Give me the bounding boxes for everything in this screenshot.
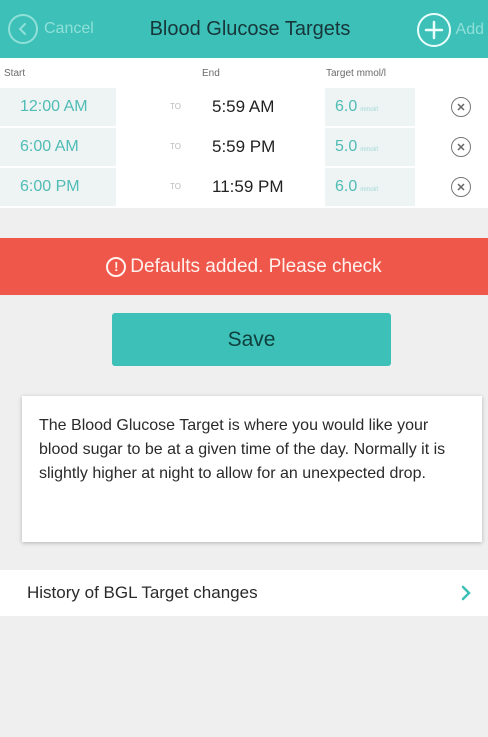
add-button[interactable]: Add [416,13,484,47]
column-header-end: End [202,68,220,79]
end-time[interactable]: 5:59 PM [212,128,275,166]
plus-icon [416,13,451,47]
history-link[interactable]: History of BGL Target changes [0,570,488,616]
cancel-button[interactable]: Cancel [8,13,94,45]
history-label: History of BGL Target changes [27,583,258,602]
end-time[interactable]: 5:59 AM [212,88,274,126]
alert-banner: ! Defaults added. Please check [0,238,488,295]
end-time[interactable]: 11:59 PM [212,168,284,206]
add-label: Add [455,21,484,38]
target-row: 6:00 PM TO 11:59 PM 6.0 mmol/l [0,168,488,208]
to-label: TO [170,182,181,191]
target-number: 5.0 [335,138,358,155]
to-label: TO [170,142,181,151]
delete-icon[interactable] [451,137,471,157]
header-bar: Cancel Blood Glucose Targets Add [0,0,488,58]
target-value[interactable]: 6.0 mmol/l [325,88,415,126]
page-title: Blood Glucose Targets [149,18,351,40]
column-header-start: Start [4,68,26,79]
delete-icon[interactable] [451,177,471,197]
target-number: 6.0 [335,178,358,195]
start-time[interactable]: 12:00 AM [0,88,116,126]
column-header-target: Target mmol/l [326,68,387,79]
start-time[interactable]: 6:00 AM [0,128,116,166]
save-button[interactable]: Save [112,313,391,366]
targets-list: 12:00 AM TO 5:59 AM 6.0 mmol/l 6:00 AM TO… [0,88,488,208]
chevron-right-icon [460,584,472,607]
target-unit: mmol/l [360,187,378,193]
target-number: 6.0 [335,98,358,115]
target-unit: mmol/l [360,107,378,113]
start-time[interactable]: 6:00 PM [0,168,116,206]
target-row: 12:00 AM TO 5:59 AM 6.0 mmol/l [0,88,488,128]
chevron-left-icon [8,14,38,44]
cancel-label: Cancel [44,20,94,37]
info-card: The Blood Glucose Target is where you wo… [22,396,482,542]
alert-icon: ! [106,256,127,277]
target-value[interactable]: 5.0 mmol/l [325,128,415,166]
to-label: TO [170,102,181,111]
screen: Cancel Blood Glucose Targets Add Start E… [0,0,488,737]
target-unit: mmol/l [360,147,378,153]
alert-text: Defaults added. Please check [130,255,382,277]
target-row: 6:00 AM TO 5:59 PM 5.0 mmol/l [0,128,488,168]
column-headers: Start End Target mmol/l [0,58,488,88]
info-text: The Blood Glucose Target is where you wo… [39,417,446,482]
target-value[interactable]: 6.0 mmol/l [325,168,415,206]
delete-icon[interactable] [451,97,471,117]
